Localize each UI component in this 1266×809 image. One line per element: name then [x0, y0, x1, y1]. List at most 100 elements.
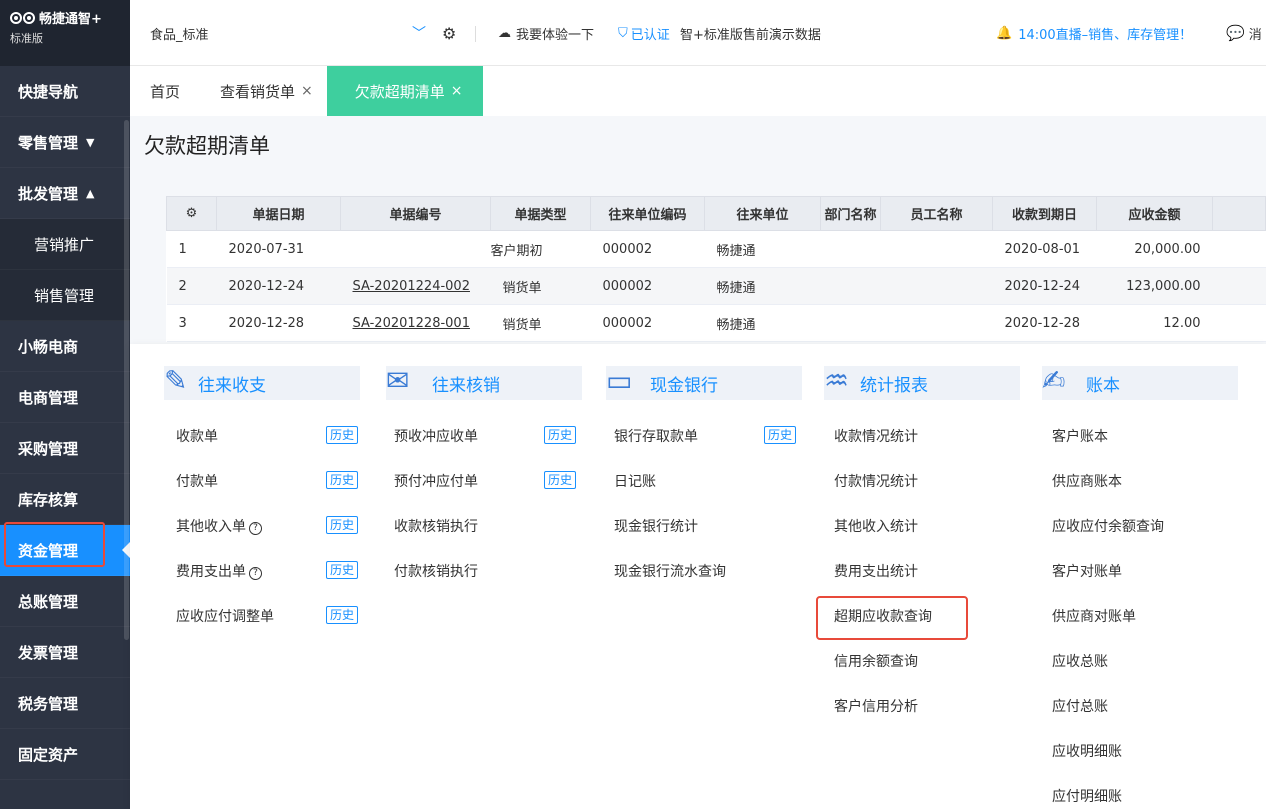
company-select[interactable]: 食品_标准	[150, 0, 209, 66]
table-row[interactable]: 2 2020-12-24 SA-20201224-002 销货单 000002 …	[166, 267, 1266, 305]
menu-item-other-income-stats[interactable]: 其他收入统计	[834, 516, 918, 536]
message-button[interactable]: 💬 消	[1226, 0, 1262, 66]
column-title-label: 往来核销	[432, 375, 500, 396]
menu-item-payment[interactable]: 付款单	[176, 471, 218, 491]
top-bar: 食品_标准 ﹀ ⚙ ☁ 我要体验一下 ⛉ 已认证 智+标准版售前演示数据 🔔 14:0…	[130, 0, 1266, 66]
close-icon[interactable]: ×	[451, 83, 463, 99]
menu-item-adjustment[interactable]: 应收应付调整单	[176, 606, 274, 626]
tab-home[interactable]: 首页	[130, 66, 194, 116]
column-header[interactable]: 单据编号	[340, 196, 491, 231]
sidebar-item-label: 库存核算	[18, 490, 79, 509]
column-header[interactable]: 部门名称	[820, 196, 881, 231]
history-badge[interactable]: 历史	[764, 426, 797, 444]
menu-item-payment-stats[interactable]: 付款情况统计	[834, 471, 918, 491]
sidebar-scrollbar[interactable]	[124, 120, 129, 640]
live-label: 14:00直播–销售、库存管理！	[1018, 27, 1193, 43]
sidebar-item-label: 销售管理	[34, 286, 95, 305]
history-badge[interactable]: 历史	[544, 471, 577, 489]
column-header[interactable]: 员工名称	[880, 196, 993, 231]
cell-staff	[880, 304, 993, 342]
menu-item-balance-query[interactable]: 应收应付余额查询	[1052, 516, 1164, 536]
sidebar-item-xiaochang-ecommerce[interactable]: 小畅电商	[0, 321, 130, 372]
sidebar-item-wholesale[interactable]: 批发管理 ▲	[0, 168, 130, 219]
sidebar-item-inventory[interactable]: 库存核算	[0, 474, 130, 525]
sidebar-item-invoice[interactable]: 发票管理	[0, 627, 130, 678]
overdue-table: ⚙ 单据日期 单据编号 单据类型 往来单位编码 往来单位 部门名称 员工名称 收…	[166, 196, 1266, 342]
sidebar-item-label: 小畅电商	[18, 337, 79, 356]
message-label: 消	[1248, 27, 1262, 43]
sidebar-item-funds[interactable]: 资金管理	[0, 525, 130, 576]
ticket-icon: ✉	[386, 364, 410, 397]
history-badge[interactable]: 历史	[326, 426, 359, 444]
history-badge[interactable]: 历史	[326, 561, 359, 579]
sidebar-item-ledger[interactable]: 总账管理	[0, 576, 130, 627]
menu-item-supplier-statement[interactable]: 供应商对账单	[1052, 606, 1136, 626]
column-header[interactable]: 收款到期日	[992, 196, 1097, 231]
row-number: 1	[166, 230, 217, 268]
sidebar-item-retail[interactable]: 零售管理 ▼	[0, 117, 130, 168]
cell-code[interactable]: SA-20201224-002	[340, 267, 491, 305]
menu-item-cash-bank-stats[interactable]: 现金银行统计	[614, 516, 698, 536]
menu-item-cash-bank-flow[interactable]: 现金银行流水查询	[614, 561, 726, 581]
menu-item-customer-ledger[interactable]: 客户账本	[1052, 426, 1108, 446]
gear-icon[interactable]: ⚙	[442, 0, 456, 66]
sidebar-item-ecommerce[interactable]: 电商管理	[0, 372, 130, 423]
history-badge[interactable]: 历史	[326, 606, 359, 624]
sidebar-item-fixed-assets[interactable]: 固定资产	[0, 729, 130, 780]
sidebar-item-purchase[interactable]: 采购管理	[0, 423, 130, 474]
history-badge[interactable]: 历史	[326, 516, 359, 534]
menu-item-bank-deposit[interactable]: 银行存取款单	[614, 426, 698, 446]
tab-label: 查看销货单	[220, 82, 296, 101]
menu-item-expense[interactable]: 费用支出单?	[176, 561, 262, 581]
cell-type: 客户期初	[490, 230, 591, 268]
history-badge[interactable]: 历史	[326, 471, 359, 489]
cell-type: 销货单	[490, 267, 591, 305]
sidebar-item-sales[interactable]: 销售管理	[0, 270, 130, 321]
menu-item-receipt-stats[interactable]: 收款情况统计	[834, 426, 918, 446]
live-notice-link[interactable]: 🔔 14:00直播–销售、库存管理！	[996, 0, 1192, 66]
sidebar-item-quick-nav[interactable]: 快捷导航	[0, 66, 130, 117]
history-badge[interactable]: 历史	[544, 426, 577, 444]
menu-item-prepay-offset-payable[interactable]: 预付冲应付单	[394, 471, 478, 491]
menu-item-overdue-receivable-query[interactable]: 超期应收款查询	[834, 606, 932, 626]
verified-badge[interactable]: ⛉ 已认证	[618, 0, 670, 66]
column-header[interactable]: 应收金额	[1096, 196, 1213, 231]
menu-item-other-income[interactable]: 其他收入单?	[176, 516, 262, 536]
menu-item-expense-stats[interactable]: 费用支出统计	[834, 561, 918, 581]
menu-item-payable-detail[interactable]: 应付明细账	[1052, 786, 1122, 806]
menu-item-receivable-detail[interactable]: 应收明细账	[1052, 741, 1122, 761]
tab-view-sales-order[interactable]: 查看销货单 ×	[194, 66, 327, 116]
brand[interactable]: 畅捷通智+ 标准版	[0, 0, 130, 66]
menu-item-payment-writeoff[interactable]: 付款核销执行	[394, 561, 478, 581]
table-row[interactable]: 1 2020-07-31 客户期初 000002 畅捷通 2020-08-01 …	[166, 230, 1266, 268]
cell-due: 2020-12-28	[992, 304, 1097, 342]
try-experience-link[interactable]: ☁ 我要体验一下	[498, 0, 594, 66]
cell-code[interactable]: SA-20201228-001	[340, 304, 491, 342]
column-header[interactable]: 往来单位编码	[590, 196, 705, 231]
cell-code[interactable]	[340, 230, 491, 268]
column-header[interactable]: 单据日期	[216, 196, 341, 231]
menu-item-customer-statement[interactable]: 客户对账单	[1052, 561, 1122, 581]
sidebar-item-marketing[interactable]: 营销推广	[0, 219, 130, 270]
sidebar-item-tax[interactable]: 税务管理	[0, 678, 130, 729]
menu-item-journal[interactable]: 日记账	[614, 471, 656, 491]
table-row[interactable]: 3 2020-12-28 SA-20201228-001 销货单 000002 …	[166, 304, 1266, 342]
menu-column-title: ✎ 往来收支	[164, 364, 360, 400]
menu-item-customer-credit-analysis[interactable]: 客户信用分析	[834, 696, 918, 716]
help-icon[interactable]: ?	[249, 567, 262, 580]
menu-item-supplier-ledger[interactable]: 供应商账本	[1052, 471, 1122, 491]
help-icon[interactable]: ?	[249, 522, 262, 535]
close-icon[interactable]: ×	[301, 83, 313, 99]
column-settings-icon[interactable]: ⚙	[166, 196, 217, 231]
menu-item-credit-balance-query[interactable]: 信用余额查询	[834, 651, 918, 671]
column-header[interactable]: 单据类型	[490, 196, 591, 231]
menu-item-prepay-offset-receivable[interactable]: 预收冲应收单	[394, 426, 478, 446]
column-header[interactable]: 往来单位	[704, 196, 821, 231]
tab-overdue-list[interactable]: 欠款超期清单 ×	[326, 66, 483, 116]
menu-item-receivable-general-ledger[interactable]: 应收总账	[1052, 651, 1108, 671]
menu-item-payable-general-ledger[interactable]: 应付总账	[1052, 696, 1108, 716]
chevron-down-icon[interactable]: ﹀	[412, 0, 426, 66]
menu-item-receipt-writeoff[interactable]: 收款核销执行	[394, 516, 478, 536]
menu-item-receipt[interactable]: 收款单	[176, 426, 218, 446]
column-title-label: 往来收支	[198, 375, 266, 396]
